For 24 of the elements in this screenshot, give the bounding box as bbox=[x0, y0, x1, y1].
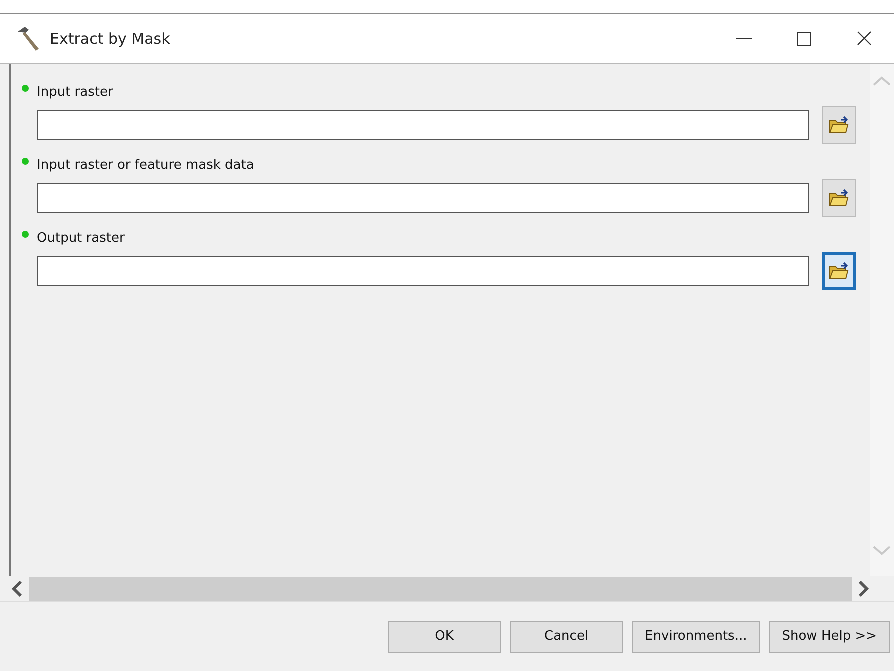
parameter-label: Input raster bbox=[37, 84, 114, 100]
horizontal-scrollbar[interactable] bbox=[29, 576, 852, 600]
maximize-icon bbox=[797, 32, 811, 46]
minimize-icon bbox=[736, 38, 752, 40]
window-title: Extract by Mask bbox=[50, 30, 172, 48]
folder-icon bbox=[829, 116, 849, 134]
dialog-button[interactable]: Cancel bbox=[510, 620, 624, 652]
dialog-button[interactable]: Show Help >> bbox=[769, 620, 890, 652]
close-icon bbox=[856, 31, 872, 46]
folder-icon bbox=[829, 262, 849, 280]
input-field[interactable] bbox=[37, 110, 809, 140]
dialog-button[interactable]: OK bbox=[388, 620, 502, 652]
scroll-right-icon[interactable] bbox=[858, 580, 870, 596]
hammer-icon bbox=[16, 26, 42, 52]
dialog-button[interactable]: Environments... bbox=[632, 620, 760, 652]
folder-icon bbox=[829, 189, 849, 207]
browse-button[interactable] bbox=[822, 106, 856, 144]
parameter-label: Input raster or feature mask data bbox=[37, 158, 254, 172]
browse-button[interactable] bbox=[822, 252, 856, 290]
input-field[interactable] bbox=[37, 183, 809, 213]
browse-button[interactable] bbox=[822, 179, 856, 217]
scroll-left-icon[interactable] bbox=[11, 580, 23, 596]
input-field[interactable] bbox=[37, 256, 809, 286]
parameter-label: Output raster bbox=[37, 230, 125, 246]
